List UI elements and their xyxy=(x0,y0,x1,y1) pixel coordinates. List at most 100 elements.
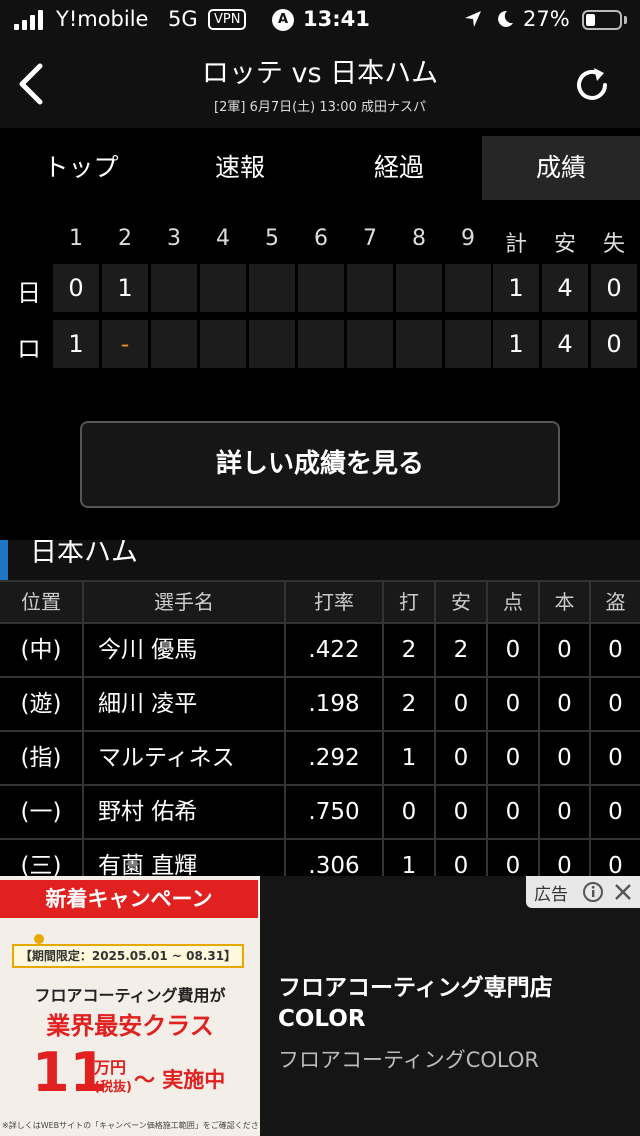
at-bats-cell: 1 xyxy=(384,840,434,876)
score-cell xyxy=(298,320,344,368)
team-name: 日本ハム xyxy=(30,540,138,568)
score-cell xyxy=(151,320,197,368)
refresh-icon[interactable] xyxy=(568,64,616,106)
network-type: 5G xyxy=(168,7,198,31)
close-icon[interactable] xyxy=(612,881,634,903)
at-bats-cell: 2 xyxy=(384,624,434,676)
col-header-average: 打率 xyxy=(286,582,382,622)
ad-advertiser: フロアコーティングCOLOR xyxy=(278,1048,540,1072)
score-cell: - xyxy=(102,320,148,368)
team-label-home: ロ xyxy=(17,335,41,363)
battery-tip xyxy=(624,16,627,24)
battery-percent: 27% xyxy=(523,7,570,31)
tab-progress[interactable]: 経過 xyxy=(320,136,478,200)
at-bats-cell: 2 xyxy=(384,678,434,730)
page-title: ロッテ vs 日本ハム xyxy=(201,58,439,89)
at-bats-cell: 0 xyxy=(384,786,434,838)
ad-banner[interactable]: 新着キャンペーン 【期間限定：2025.05.01 ~ 08.31】 フロアコー… xyxy=(0,876,640,1136)
ad-image[interactable]: 新着キャンペーン 【期間限定：2025.05.01 ~ 08.31】 フロアコー… xyxy=(0,876,260,1136)
hits-cell: 4 xyxy=(542,320,588,368)
ad-label: 広告 xyxy=(534,885,568,905)
ad-copy-line: フロアコーティング費用が xyxy=(34,986,226,1005)
sb-cell: 0 xyxy=(591,840,640,876)
player-name-cell[interactable]: マルティネス xyxy=(84,732,284,784)
col-header-hr: 本 xyxy=(540,582,589,622)
errors-cell: 0 xyxy=(591,264,637,312)
hits-cell: 2 xyxy=(436,624,486,676)
position-cell: (中) xyxy=(0,624,82,676)
rbi-cell: 0 xyxy=(488,786,538,838)
moon-icon xyxy=(498,10,513,27)
rbi-cell: 0 xyxy=(488,732,538,784)
ad-choices-badge[interactable]: 広告 xyxy=(526,876,640,908)
col-header-player: 選手名 xyxy=(84,582,284,622)
inning-header: 1 xyxy=(69,226,83,251)
errors-cell: 0 xyxy=(591,320,637,368)
sb-cell: 0 xyxy=(591,786,640,838)
score-cell: 1 xyxy=(53,320,99,368)
score-cell xyxy=(396,264,442,312)
tab-live[interactable]: 速報 xyxy=(161,136,319,200)
score-cell xyxy=(396,320,442,368)
inning-header: 6 xyxy=(314,226,328,251)
tab-top[interactable]: トップ xyxy=(2,136,160,200)
team-section-header: 日本ハム xyxy=(0,540,640,580)
hr-cell: 0 xyxy=(540,786,589,838)
player-name-cell[interactable]: 今川 優馬 xyxy=(84,624,284,676)
score-cell xyxy=(249,264,295,312)
app-badge-icon: A xyxy=(272,9,294,31)
location-arrow-icon xyxy=(465,11,481,27)
inning-header: 8 xyxy=(412,226,426,251)
status-bar: Y!mobile 5G VPN A 13:41 27% xyxy=(0,0,640,40)
ad-campaign-ribbon: 新着キャンペーン xyxy=(0,880,258,918)
average-cell: .198 xyxy=(286,678,382,730)
ad-price-unit: 万円 xyxy=(94,1058,127,1077)
score-cell xyxy=(200,320,246,368)
score-cell xyxy=(249,320,295,368)
hits-header: 安 xyxy=(553,232,576,257)
tab-stats[interactable]: 成績 xyxy=(482,136,640,200)
battery-icon xyxy=(582,10,622,30)
inning-header: 7 xyxy=(363,226,377,251)
info-icon[interactable] xyxy=(582,881,604,903)
average-cell: .292 xyxy=(286,732,382,784)
col-header-rbi: 点 xyxy=(488,582,538,622)
player-name-cell[interactable]: 有薗 直輝 xyxy=(84,840,284,876)
ad-pin-dot xyxy=(34,934,44,944)
score-cell xyxy=(298,264,344,312)
score-cell: 0 xyxy=(53,264,99,312)
rbi-cell: 0 xyxy=(488,678,538,730)
hr-cell: 0 xyxy=(540,732,589,784)
rbi-cell: 0 xyxy=(488,840,538,876)
score-cell xyxy=(445,320,491,368)
rbi-cell: 0 xyxy=(488,624,538,676)
ad-title[interactable]: フロアコーティング専門店COLOR xyxy=(278,973,628,1035)
hr-cell: 0 xyxy=(540,678,589,730)
ad-fine-print: ※詳しくはWEBサイトの「キャンペーン価格施工範囲」をご確認ください。 xyxy=(2,1121,258,1130)
hits-cell: 4 xyxy=(542,264,588,312)
hits-cell: 0 xyxy=(436,678,486,730)
ad-headline: 業界最安クラス xyxy=(46,1012,214,1040)
player-name-cell[interactable]: 野村 佑希 xyxy=(84,786,284,838)
col-header-position: 位置 xyxy=(0,582,82,622)
total-runs-cell: 1 xyxy=(493,320,539,368)
team-label-away: 日 xyxy=(17,279,41,307)
view-detailed-stats-button[interactable]: 詳しい成績を見る xyxy=(80,421,560,508)
score-cell xyxy=(347,264,393,312)
col-header-hits: 安 xyxy=(436,582,486,622)
position-cell: (一) xyxy=(0,786,82,838)
sb-cell: 0 xyxy=(591,678,640,730)
sb-cell: 0 xyxy=(591,732,640,784)
clock: 13:41 xyxy=(303,7,370,31)
score-cell xyxy=(445,264,491,312)
vpn-badge: VPN xyxy=(208,9,247,30)
total-runs-header: 計 xyxy=(504,232,527,257)
player-name-cell[interactable]: 細川 凌平 xyxy=(84,678,284,730)
inning-header: 4 xyxy=(216,226,230,251)
inning-header: 3 xyxy=(167,226,181,251)
batting-table[interactable]: 位置 選手名 打率 打 安 点 本 盗 (中) 今川 優馬 .422 2 2 0… xyxy=(0,580,640,876)
at-bats-cell: 1 xyxy=(384,732,434,784)
score-cell: 1 xyxy=(102,264,148,312)
errors-header: 失 xyxy=(602,232,625,257)
carrier-name: Y!mobile xyxy=(56,7,149,31)
